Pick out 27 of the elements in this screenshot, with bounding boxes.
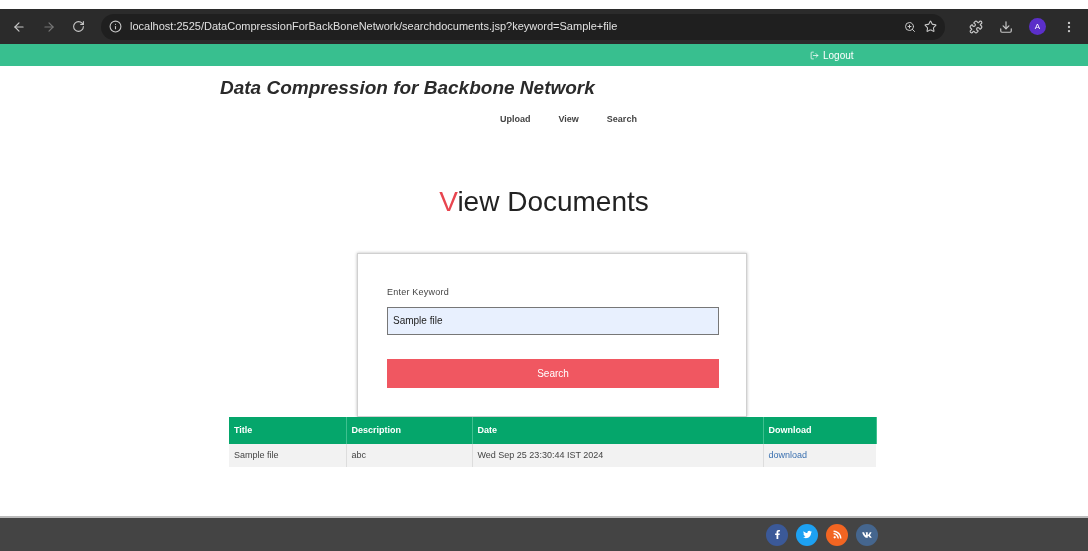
address-bar[interactable]: localhost:2525/DataCompressionForBackBoneNetwork/searchdocuments.jsp?keyword=Sample+file [101,13,945,40]
nav-link[interactable]: View [558,112,579,126]
vk-icon[interactable] [856,523,878,546]
forward-icon[interactable] [42,19,56,34]
nav-link[interactable]: Upload [500,112,531,126]
page-heading: View Documents [439,185,649,219]
reload-icon[interactable] [72,20,85,33]
nav-link[interactable]: Search [606,112,637,126]
table-cell: abc [346,444,472,467]
back-icon[interactable] [12,19,26,34]
twitter-icon[interactable] [796,523,818,546]
table-cell: Wed Sep 25 23:30:44 IST 2024 [472,444,763,467]
keyword-field[interactable]: Sample file [387,306,719,335]
facebook-icon[interactable] [766,523,788,546]
zoom-icon[interactable] [904,20,916,33]
download-link[interactable]: download [768,449,808,460]
site-title: Data Compression for Backbone Network [220,76,597,100]
bookmark-icon[interactable] [924,20,937,33]
rss-icon[interactable] [826,523,848,546]
info-icon[interactable] [109,20,122,33]
logout-icon [810,50,819,60]
extensions-icon[interactable] [969,19,983,34]
download-icon[interactable] [999,19,1013,34]
url-text: localhost:2525/DataCompressionForBackBoneNetwork/searchdocuments.jsp?keyword=Sample+file [130,19,619,35]
profile-avatar[interactable]: A [1029,18,1046,35]
table-cell: Sample file [229,444,346,467]
keyword-label: Enter Keyword [387,286,450,299]
